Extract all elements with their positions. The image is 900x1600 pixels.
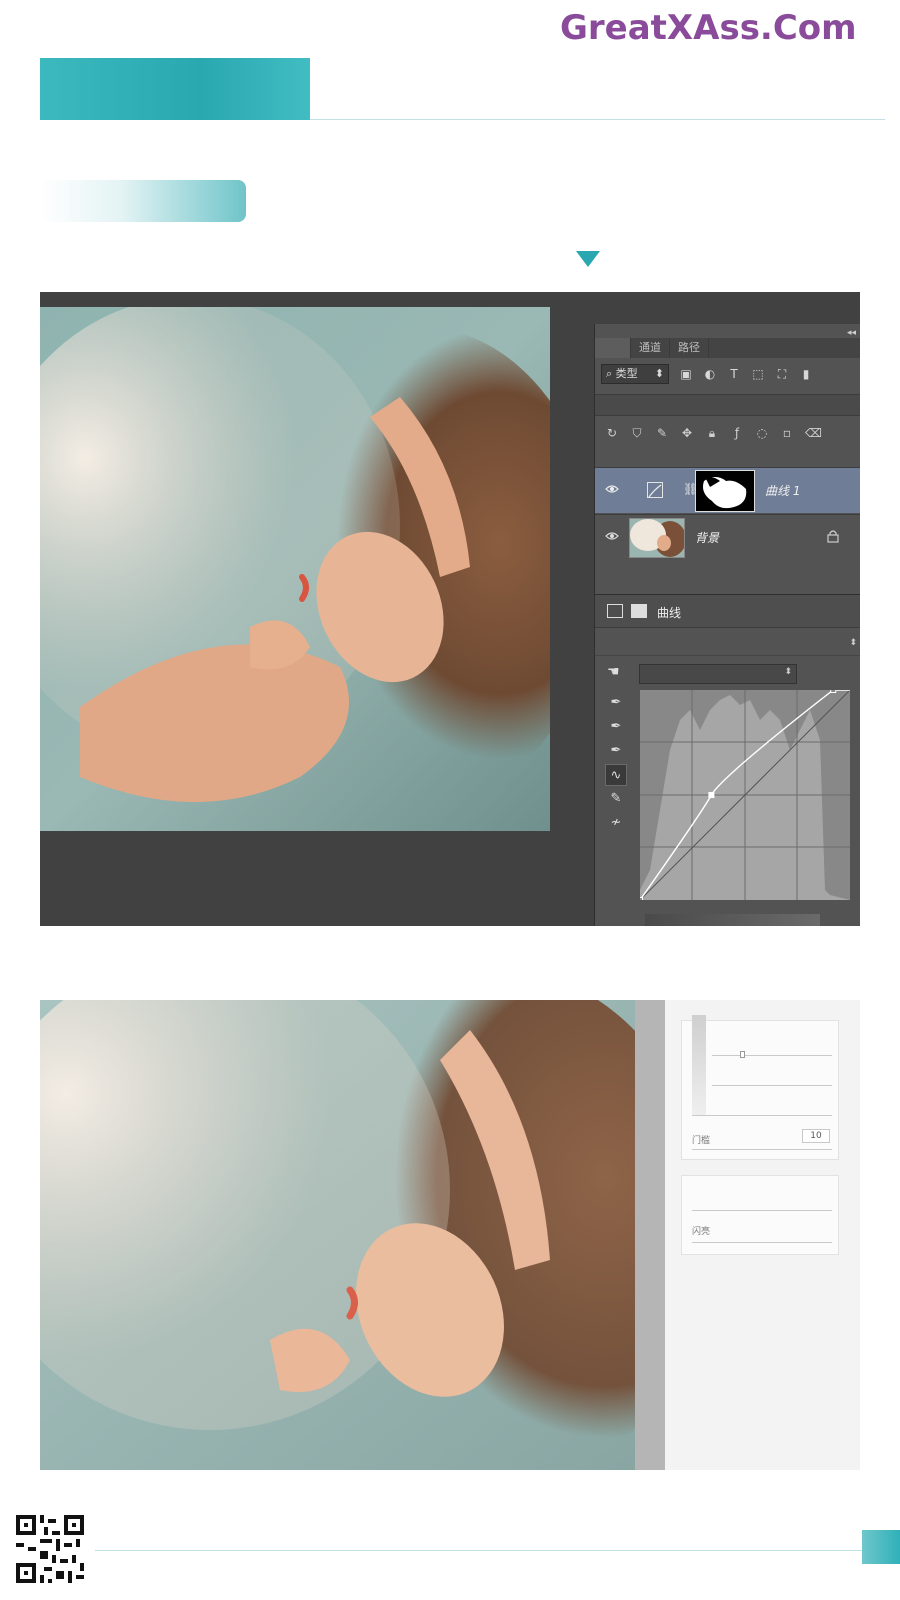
- curves-adjustment-icon: [647, 482, 663, 498]
- slider-track[interactable]: [712, 1085, 832, 1086]
- threshold-input[interactable]: 10: [802, 1129, 830, 1143]
- image-filter-icon[interactable]: ▣: [679, 367, 693, 381]
- curve-control-point[interactable]: [830, 687, 837, 693]
- layer-mask-thumbnail[interactable]: [695, 470, 755, 512]
- gray-eyedropper-icon[interactable]: ✒: [605, 716, 627, 738]
- preview-thumbnail: [692, 1015, 706, 1115]
- layer-name-background[interactable]: 背景: [695, 529, 719, 546]
- smart-object-filter-icon[interactable]: ⛶: [775, 367, 789, 381]
- chevron-updown-icon: ⬍: [654, 367, 664, 380]
- layer-row-curves[interactable]: ⛓︎ 曲线 1: [595, 467, 860, 513]
- slider-knob[interactable]: [740, 1051, 745, 1058]
- footer-accent-tab: [862, 1530, 900, 1564]
- glow-label: 闪亮: [692, 1227, 711, 1237]
- lock-row: ↻ ⛉ ✎ ✥ 🔒︎ ƒ ◌ ▫ ⌫: [595, 420, 860, 446]
- on-image-adjust-icon[interactable]: ☚: [607, 664, 620, 680]
- properties-header: 曲线: [595, 594, 860, 628]
- type-filter-icon[interactable]: T: [727, 367, 741, 381]
- curve-control-point[interactable]: [637, 897, 643, 903]
- slider-track[interactable]: [692, 1149, 832, 1150]
- lock-position-icon[interactable]: ✥: [680, 426, 694, 440]
- down-arrow-icon: [576, 251, 600, 267]
- adjustment-filter-icon[interactable]: ◐: [703, 367, 717, 381]
- curve-pencil-icon[interactable]: ✎: [605, 788, 627, 810]
- qr-code[interactable]: [16, 1515, 84, 1583]
- delete-layer-icon[interactable]: ⌫: [805, 426, 822, 440]
- new-group-icon[interactable]: ◌: [755, 426, 769, 440]
- tab-paths[interactable]: 路径: [670, 338, 709, 358]
- slider-track[interactable]: [692, 1115, 832, 1116]
- layer-row-background[interactable]: 背景: [595, 514, 860, 560]
- smooth-curve-icon[interactable]: ≁: [605, 812, 627, 834]
- background-thumbnail: [629, 518, 685, 558]
- filter-settings-panel: 门槛 10 闪亮: [665, 1000, 860, 1470]
- threshold-label: 门槛: [692, 1136, 711, 1146]
- mask-properties-icon[interactable]: [631, 604, 647, 618]
- channel-select[interactable]: ⬍: [639, 664, 797, 684]
- channel-row: ☚ ⬍: [595, 662, 860, 686]
- chevron-updown-icon: ⬍: [849, 638, 857, 648]
- tab-layers[interactable]: [595, 338, 631, 358]
- layers-panel: ◂◂ 通道 路径 ⌕ 类型 ⬍ ▣ ◐ T ⬚ ⛶ ▮ ↻ ⛉ ✎ ✥ 🔒︎ ƒ: [594, 324, 860, 926]
- properties-title: 曲线: [657, 606, 682, 620]
- settings-card: 闪亮: [681, 1175, 839, 1255]
- canvas-photo: [40, 307, 550, 831]
- lock-all-icon[interactable]: 🔒︎: [705, 426, 719, 441]
- shape-filter-icon[interactable]: ⬚: [751, 367, 765, 381]
- chevron-updown-icon: ⬍: [784, 667, 792, 677]
- preset-select[interactable]: ⬍: [595, 636, 860, 656]
- lock-icon: [827, 530, 839, 543]
- tab-channels[interactable]: 通道: [631, 338, 670, 358]
- black-eyedropper-icon[interactable]: ✒: [605, 692, 627, 714]
- result-photo: [40, 1000, 635, 1470]
- lock-transparent-icon[interactable]: ⛉: [630, 426, 644, 441]
- layer-name-curves[interactable]: 曲线 1: [765, 482, 800, 499]
- watermark: GreatXAss.Com: [560, 8, 857, 48]
- header-divider: [310, 119, 885, 120]
- curves-graph[interactable]: [637, 687, 851, 903]
- filter-toggle-icon[interactable]: ▮: [799, 367, 813, 381]
- filter-kind-select[interactable]: ⌕ 类型 ⬍: [601, 364, 669, 384]
- section-pill: [40, 180, 246, 222]
- photoshop-window: ◂◂ 通道 路径 ⌕ 类型 ⬍ ▣ ◐ T ⬚ ⛶ ▮ ↻ ⛉ ✎ ✥ 🔒︎ ƒ: [40, 292, 860, 926]
- slider-track[interactable]: [692, 1242, 832, 1243]
- footer-divider: [95, 1550, 865, 1551]
- curve-control-point[interactable]: [708, 792, 715, 798]
- output-gradient-bar: [645, 914, 820, 926]
- curve-tools: ✒ ✒ ✒ ∿ ✎ ≁: [605, 692, 629, 836]
- curve-point-icon[interactable]: ∿: [605, 764, 627, 786]
- slider-track[interactable]: [692, 1210, 832, 1211]
- collapse-icon[interactable]: ◂◂: [847, 328, 856, 338]
- new-layer-icon[interactable]: ▫: [780, 426, 794, 440]
- blend-mode-row[interactable]: [595, 394, 860, 416]
- curves-properties-icon[interactable]: [607, 604, 623, 618]
- panel-tabs: 通道 路径: [595, 338, 860, 358]
- link-icon[interactable]: ↻: [605, 426, 619, 440]
- header-accent-bar: [40, 58, 310, 120]
- white-eyedropper-icon[interactable]: ✒: [605, 740, 627, 762]
- slider-track[interactable]: [712, 1055, 832, 1056]
- lock-brush-icon[interactable]: ✎: [655, 426, 669, 440]
- fx-icon[interactable]: ƒ: [730, 426, 744, 440]
- canvas-scroll-strip: [635, 1000, 665, 1470]
- settings-card: 门槛 10: [681, 1015, 839, 1160]
- filter-kind-label: ⌕ 类型: [606, 367, 638, 380]
- layer-filter-row: ⌕ 类型 ⬍ ▣ ◐ T ⬚ ⛶ ▮: [597, 361, 859, 387]
- visibility-eye-icon[interactable]: [605, 531, 619, 541]
- visibility-eye-icon[interactable]: [605, 484, 619, 494]
